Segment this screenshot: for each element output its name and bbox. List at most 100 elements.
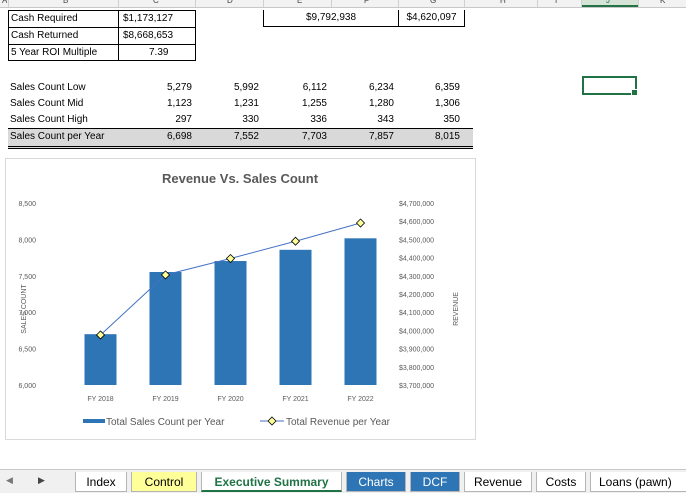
table-cell[interactable]: 7,857: [342, 129, 394, 145]
row-label[interactable]: Sales Count Low: [10, 80, 86, 96]
y2-axis-label: REVENUE: [453, 292, 460, 326]
legend-line-label: Total Revenue per Year: [286, 417, 391, 428]
col-header-k[interactable]: K: [660, 0, 665, 5]
plot-area: 8,500 8,000 7,500 7,000 6,500 6,000 $4,700,000…: [18, 201, 434, 403]
tab-scroll-right-icon[interactable]: ▶: [38, 475, 45, 486]
x-tick-label: FY 2020: [217, 396, 243, 403]
table-cell[interactable]: 1,280: [342, 96, 394, 112]
y-tick-label: 8,500: [18, 201, 36, 208]
y-tick-label: 7,000: [18, 310, 36, 317]
table-cell[interactable]: 5,992: [207, 80, 259, 96]
row-label[interactable]: Sales Count per Year: [10, 129, 105, 145]
g-total-cell[interactable]: $4,620,097: [398, 10, 465, 27]
x-tick-label: FY 2018: [87, 396, 113, 403]
table-cell[interactable]: 350: [408, 112, 460, 128]
y2-tick-label: $4,500,000: [399, 237, 434, 244]
chart-canvas: Revenue Vs. Sales Count SALES COUNT REVE…: [18, 171, 460, 428]
table-cell[interactable]: 6,112: [275, 80, 327, 96]
y2-tick-label: $4,400,000: [399, 256, 434, 263]
fill-handle[interactable]: [631, 89, 638, 96]
y-axis-label: SALES COUNT: [21, 284, 28, 334]
revenue-vs-sales-chart[interactable]: Revenue Vs. Sales Count SALES COUNT REVE…: [5, 158, 476, 440]
y2-tick-label: $4,600,000: [399, 219, 434, 226]
y2-tick-label: $3,900,000: [399, 347, 434, 354]
table-cell[interactable]: 330: [207, 112, 259, 128]
col-header-f[interactable]: F: [364, 0, 369, 5]
x-tick-label: FY 2019: [152, 396, 178, 403]
bar-fy-2020: [214, 261, 247, 385]
table-cell[interactable]: 6,234: [342, 80, 394, 96]
bar-fy-2019: [149, 272, 182, 385]
col-header-j: J: [606, 0, 610, 5]
legend-bar-label: Total Sales Count per Year: [106, 417, 225, 428]
tab-scroll-left-icon[interactable]: ◀: [6, 475, 13, 486]
cash-required-label[interactable]: Cash Required: [8, 10, 119, 27]
y2-tick-label: $4,000,000: [399, 328, 434, 335]
bar-fy-2022: [344, 238, 377, 385]
revenue-point-fy-2021: [290, 236, 301, 246]
y-tick-label: 6,500: [18, 347, 36, 354]
cash-returned-value[interactable]: $8,668,653: [118, 27, 196, 44]
table-cell[interactable]: 1,255: [275, 96, 327, 112]
tab-label: Revenue: [473, 475, 523, 489]
table-cell[interactable]: 297: [140, 112, 192, 128]
col-header-d[interactable]: D: [227, 0, 233, 5]
table-cell[interactable]: 7,703: [275, 129, 327, 145]
tab-executive-summary[interactable]: Executive Summary: [201, 472, 342, 492]
tab-costs[interactable]: Costs: [536, 472, 586, 492]
legend: Total Sales Count per Year Total Revenue…: [83, 416, 391, 428]
cash-returned-label[interactable]: Cash Returned: [8, 27, 119, 44]
col-header-j-selected[interactable]: J: [582, 0, 638, 7]
cash-required-value[interactable]: $1,173,127: [118, 10, 196, 27]
chart-title: Revenue Vs. Sales Count: [162, 171, 319, 186]
e-total-cell[interactable]: $9,792,938: [263, 10, 399, 27]
row-label[interactable]: Sales Count Mid: [10, 96, 83, 112]
y-tick-label: 7,500: [18, 274, 36, 281]
y2-tick-label: $4,100,000: [399, 310, 434, 317]
x-tick-label: FY 2021: [282, 396, 308, 403]
y-tick-label: 8,000: [18, 237, 36, 244]
table-cell[interactable]: 1,231: [207, 96, 259, 112]
tab-loans-pawn[interactable]: Loans (pawn): [590, 472, 686, 492]
y2-tick-label: $4,700,000: [399, 201, 434, 208]
table-cell[interactable]: 343: [342, 112, 394, 128]
table-cell[interactable]: 6,698: [140, 129, 192, 145]
tab-label: Loans (pawn): [599, 475, 672, 489]
selected-cell[interactable]: [582, 76, 638, 96]
col-header-g[interactable]: G: [430, 0, 436, 5]
col-header-b[interactable]: B: [63, 0, 68, 5]
bar-fy-2021: [279, 249, 312, 385]
bar-fy-2018: [84, 334, 117, 385]
column-header-strip: A B C D E F G H I J K: [0, 0, 686, 8]
legend-bar-swatch: [83, 419, 105, 423]
tab-dcf[interactable]: DCF: [410, 472, 460, 492]
tab-label: Costs: [545, 475, 577, 489]
col-header-i[interactable]: I: [555, 0, 557, 5]
col-header-h[interactable]: H: [500, 0, 506, 5]
roi-multiple-value[interactable]: 7.39: [118, 44, 196, 61]
roi-multiple-label[interactable]: 5 Year ROI Multiple: [8, 44, 119, 61]
tab-charts[interactable]: Charts: [346, 472, 406, 492]
col-header-a[interactable]: A: [2, 0, 7, 5]
tab-label: Control: [144, 475, 184, 489]
table-cell[interactable]: 5,279: [140, 80, 192, 96]
table-cell[interactable]: 8,015: [408, 129, 460, 145]
revenue-point-fy-2022: [355, 218, 366, 228]
legend-marker-icon: [267, 416, 277, 426]
table-cell[interactable]: 336: [275, 112, 327, 128]
table-cell[interactable]: 7,552: [207, 129, 259, 145]
tab-label: Index: [86, 475, 116, 489]
col-header-e[interactable]: E: [297, 0, 302, 5]
table-cell[interactable]: 1,123: [140, 96, 192, 112]
tab-label: Charts: [358, 475, 394, 489]
tab-control[interactable]: Control: [131, 472, 197, 492]
y2-tick-label: $4,200,000: [399, 292, 434, 299]
table-cell[interactable]: 1,306: [408, 96, 460, 112]
y2-tick-label: $3,800,000: [399, 365, 434, 372]
tab-revenue[interactable]: Revenue: [464, 472, 532, 492]
y-tick-label: 6,000: [18, 383, 36, 390]
tab-index[interactable]: Index: [75, 472, 127, 492]
col-header-c[interactable]: C: [153, 0, 159, 5]
row-label[interactable]: Sales Count High: [10, 112, 88, 128]
table-cell[interactable]: 6,359: [408, 80, 460, 96]
